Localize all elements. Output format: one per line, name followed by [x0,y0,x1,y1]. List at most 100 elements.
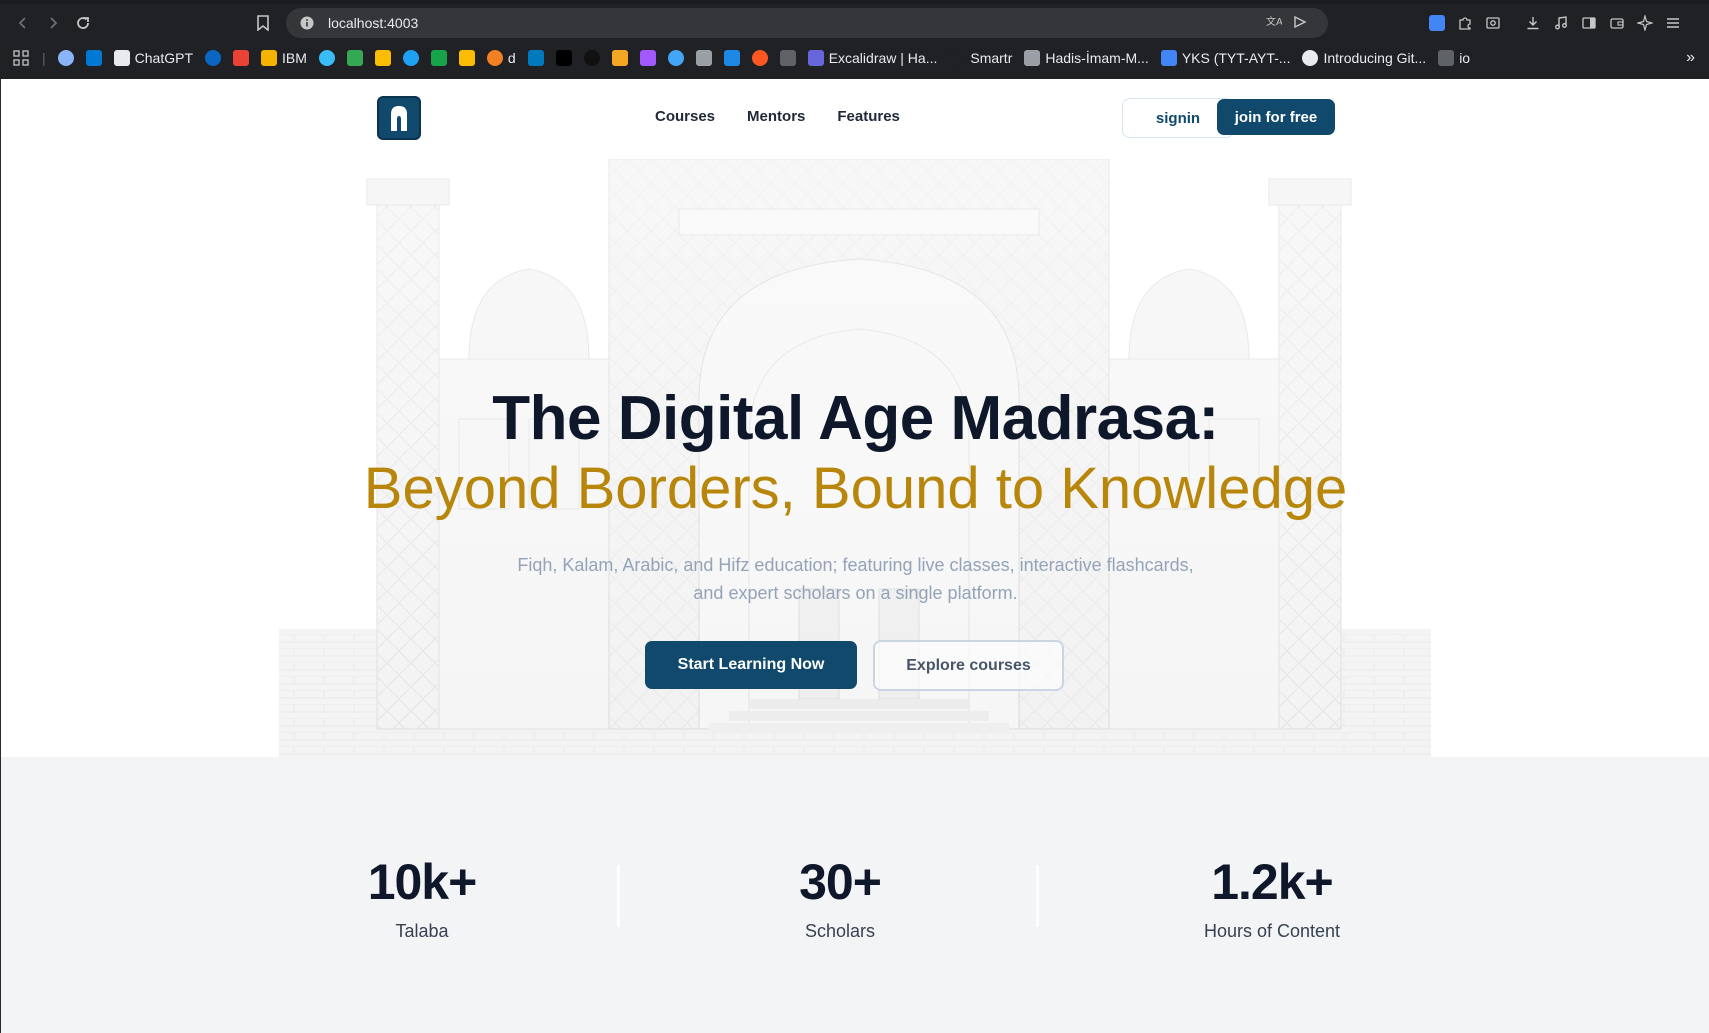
site-logo-icon[interactable] [377,96,421,140]
bookmark-item[interactable] [458,50,475,66]
bookmark-item[interactable] [205,50,221,66]
bookmark-favicon-icon [1024,50,1041,66]
bookmark-item[interactable]: Smartr [949,50,1012,66]
menu-icon[interactable] [1664,14,1682,32]
bookmark-item[interactable] [639,50,656,66]
stat-hours: 1.2k+ Hours of Content [1122,853,1422,942]
bookmark-favicon-icon [113,50,130,66]
bookmark-label: YKS (TYT-AYT-... [1181,50,1291,66]
stat-value: 30+ [799,854,882,910]
page: Courses Mentors Features signin join for… [0,79,1709,1033]
nav-mentors[interactable]: Mentors [747,108,805,125]
stat-label: Scholars [804,921,876,941]
explore-courses-button[interactable]: Explore courses [873,640,1064,691]
bookmark-label: Introducing Git... [1323,50,1427,66]
apps-grid-icon[interactable] [12,49,30,67]
bookmark-item[interactable] [583,50,600,66]
bookmark-favicon-icon [318,50,335,66]
bookmark-item[interactable]: IBM [261,50,307,66]
bookmark-favicon-icon [555,50,572,66]
bookmark-item[interactable]: Introducing Git... [1302,50,1426,66]
download-icon[interactable] [1524,14,1542,32]
bookmarks-overflow-icon[interactable]: » [1686,42,1695,74]
leo-ai-icon[interactable] [1636,14,1654,32]
bookmark-favicon-icon [346,50,363,66]
stats-section: 10k+ Talaba 30+ Scholars 1.2k+ Hours of … [1,757,1709,1033]
bookmark-favicon-icon [233,50,249,66]
bookmark-item[interactable]: Excalidraw | Ha... [807,50,938,66]
bookmark-favicon-icon [667,50,684,66]
forward-icon[interactable] [38,8,68,38]
main-nav: Courses Mentors Features [655,108,900,125]
start-learning-button[interactable]: Start Learning Now [645,641,857,689]
wallet-icon[interactable] [1608,14,1626,32]
screenshot-icon[interactable] [1484,14,1502,32]
bookmark-item[interactable] [318,50,335,66]
bookmark-favicon-icon [402,50,419,66]
bookmark-item[interactable] [346,50,363,66]
translate-extension-icon[interactable] [1428,14,1446,32]
bookmark-favicon-icon [261,50,277,66]
stat-scholars: 30+ Scholars [690,853,990,942]
bookmark-label: IBM [282,50,307,66]
bookmark-item[interactable]: io [1438,50,1470,66]
hero-description: Fiqh, Kalam, Arabic, and Hifz education;… [517,555,1194,603]
nav-features[interactable]: Features [837,108,900,125]
bookmark-favicon-icon [374,50,391,66]
bookmark-icon[interactable] [250,8,276,38]
omnibox-actions: 文A [1266,8,1318,38]
back-icon[interactable] [8,8,38,38]
info-icon[interactable] [292,16,322,30]
browser-chrome: localhost:4003 文A | ChatGPT IBM d Excali… [0,0,1709,79]
bookmark-item[interactable] [751,50,768,66]
puzzle-icon[interactable] [1456,14,1474,32]
bookmark-label: Smartr [970,50,1013,66]
music-icon[interactable] [1552,14,1570,32]
bookmark-favicon-icon [949,50,966,66]
bookmark-item[interactable] [667,50,684,66]
bookmarks-bar: | ChatGPT IBM d Excalidraw | Ha... Smartr Had… [0,42,1709,74]
bookmark-item[interactable]: d [486,50,516,66]
site-header: Courses Mentors Features signin join for… [1,79,1709,159]
bookmark-item[interactable] [430,50,447,66]
stat-divider [1036,865,1039,927]
bookmark-list: ChatGPT IBM d Excalidraw | Ha... Smartr Hadis… [57,50,1482,66]
reload-icon[interactable] [68,8,98,38]
stat-value: 1.2k+ [1211,854,1334,910]
sidebar-icon[interactable] [1580,14,1598,32]
stat-divider [617,865,620,927]
bookmark-item[interactable]: ChatGPT [113,50,193,66]
browser-toolbar: localhost:4003 文A [0,4,1709,42]
bookmark-item[interactable]: YKS (TYT-AYT-... [1160,50,1291,66]
bookmark-item[interactable] [779,50,796,66]
bookmark-item[interactable] [695,50,712,66]
bookmark-label: Excalidraw | Ha... [828,50,938,66]
bookmark-item[interactable] [555,50,572,66]
bookmark-item[interactable] [723,50,740,66]
address-bar[interactable]: localhost:4003 文A [286,8,1328,38]
bookmark-item[interactable]: Hadis-İmam-M... [1024,50,1149,66]
bookmark-item[interactable] [611,50,628,66]
bookmark-favicon-icon [751,50,768,66]
bookmark-item[interactable] [85,50,102,66]
bookmark-item[interactable] [402,50,419,66]
join-button[interactable]: join for free [1217,99,1335,135]
bookmark-item[interactable] [233,50,249,66]
bookmark-favicon-icon [1438,50,1455,66]
bookmark-item[interactable] [57,50,74,66]
bookmark-favicon-icon [205,50,221,66]
bookmark-item[interactable] [374,50,391,66]
hero-section: The Digital Age Madrasa: Beyond Borders,… [1,159,1709,837]
bookmark-favicon-icon [486,50,503,66]
bookmark-item[interactable] [527,50,544,66]
bookmark-favicon-icon [430,50,447,66]
svg-text:文A: 文A [1266,15,1282,28]
send-icon[interactable] [1292,14,1308,33]
bookmarks-separator: | [42,50,46,66]
hero-subtitle: Beyond Borders, Bound to Knowledge [363,456,1348,521]
translate-icon[interactable]: 文A [1266,14,1283,33]
nav-courses[interactable]: Courses [655,108,715,125]
stat-value: 10k+ [367,854,478,910]
bookmark-favicon-icon [1160,50,1177,66]
bookmark-favicon-icon [57,50,74,66]
